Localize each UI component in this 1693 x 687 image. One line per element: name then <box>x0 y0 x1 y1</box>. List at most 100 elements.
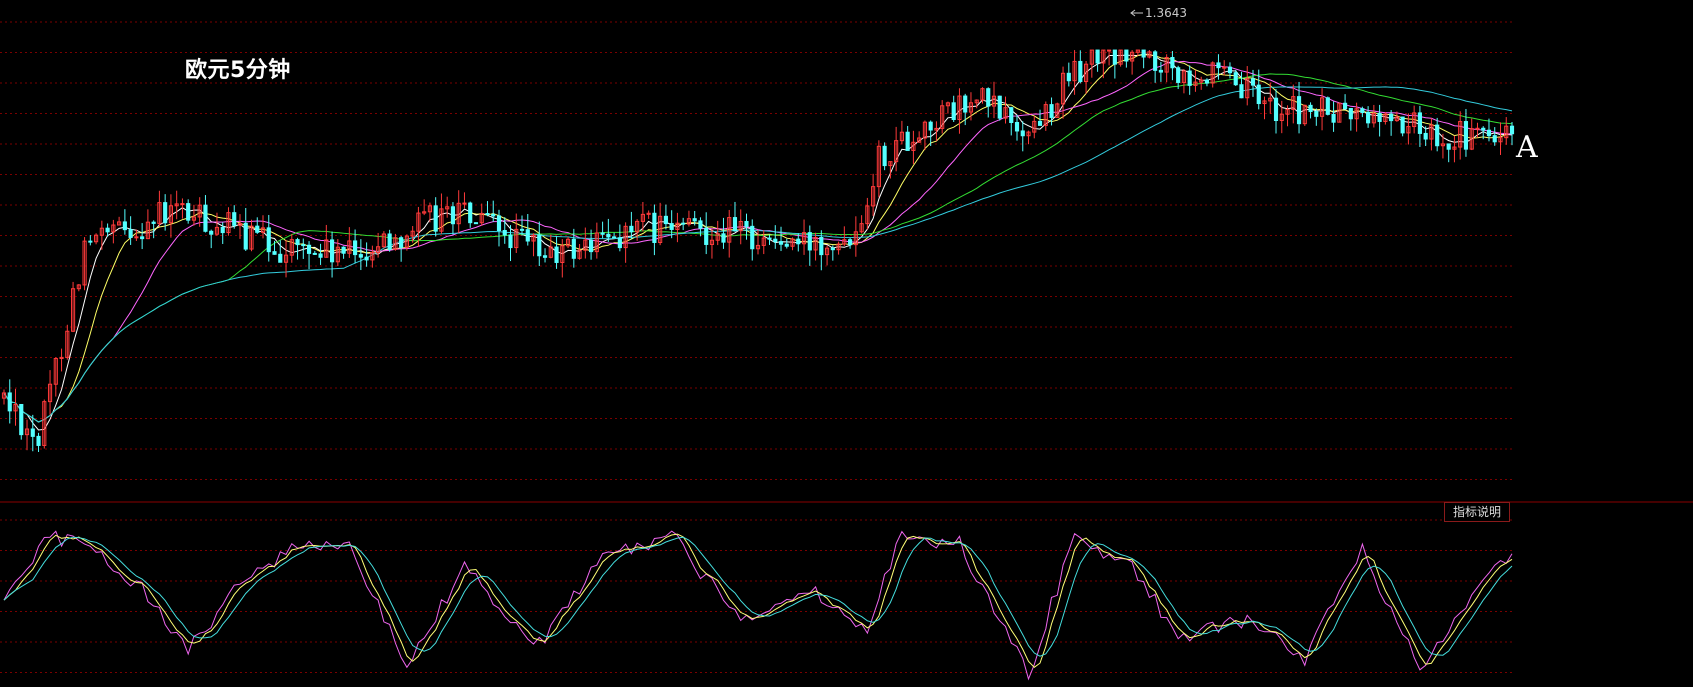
max-value-label: 1.3643 <box>1145 6 1187 20</box>
candle-body <box>1492 135 1497 143</box>
candle-body <box>36 435 41 446</box>
candle-body <box>1481 127 1486 131</box>
candle-body <box>571 238 576 259</box>
candle-body <box>1170 56 1175 69</box>
candle-body <box>951 102 956 121</box>
candle-body <box>1377 112 1382 122</box>
candle-body <box>1446 143 1451 150</box>
candle-body <box>1107 49 1112 52</box>
candle-body <box>1124 49 1129 62</box>
candle-body <box>473 222 479 225</box>
candle-body <box>986 88 991 107</box>
candle-body <box>1423 132 1428 140</box>
candle-body <box>1233 72 1238 86</box>
candle-body <box>329 239 335 263</box>
candle-body <box>1273 97 1279 122</box>
candle-body <box>105 227 110 233</box>
candle-body <box>1256 84 1261 105</box>
candle-body <box>1141 49 1146 58</box>
candle-body <box>358 254 363 258</box>
candle-body <box>1486 129 1492 137</box>
candle-body <box>542 255 548 258</box>
candle-body <box>128 229 133 238</box>
candle-body <box>364 256 369 261</box>
candle-body <box>669 223 674 230</box>
candle-body <box>1389 113 1394 122</box>
candle-body <box>1417 112 1422 134</box>
candle-body <box>140 236 145 240</box>
candle-body <box>1158 69 1163 73</box>
candle-body <box>1227 66 1233 74</box>
candle-body <box>468 202 473 224</box>
candle-body <box>698 220 703 229</box>
chart-title: 欧元5分钟 <box>185 58 291 83</box>
candle-body <box>496 215 502 232</box>
candle-body <box>180 203 185 206</box>
candle-body <box>1095 49 1100 64</box>
candle-body <box>692 218 697 222</box>
candle-body <box>508 234 513 249</box>
candle-body <box>491 213 496 217</box>
candle-body <box>1296 96 1302 125</box>
candle-body <box>88 240 93 243</box>
candle-body <box>882 145 887 167</box>
candle-body <box>1435 124 1440 147</box>
candlesticks <box>1 49 1515 452</box>
candle-body <box>663 215 668 225</box>
candle-body <box>134 236 139 239</box>
candle-body <box>485 213 490 216</box>
candle-body <box>502 230 507 236</box>
candle-body <box>997 95 1002 119</box>
candle-body <box>1463 121 1469 150</box>
candle-body <box>1216 62 1221 69</box>
candle-body <box>1360 108 1365 113</box>
candle-body <box>1331 113 1336 123</box>
candle-body <box>589 239 594 253</box>
chart-canvas <box>0 9 1693 681</box>
candle-body <box>318 253 323 258</box>
oscillator-line <box>3 530 1513 681</box>
candle-body <box>341 246 346 254</box>
candle-body <box>255 225 260 233</box>
candle-body <box>1066 72 1071 82</box>
candle-body <box>928 121 933 131</box>
candle-body <box>600 232 605 235</box>
candle-body <box>450 206 456 225</box>
candle-body <box>203 204 208 232</box>
candle-body <box>1475 127 1480 130</box>
candle-body <box>295 239 300 246</box>
candle-body <box>1078 60 1083 83</box>
candle-body <box>1325 97 1330 115</box>
candle-body <box>433 205 438 232</box>
candle-body <box>312 252 317 255</box>
side-label: A <box>1516 130 1538 165</box>
max-marker <box>1130 9 1143 17</box>
candle-body <box>537 234 542 257</box>
candle-body <box>353 240 358 256</box>
candle-body <box>1348 108 1353 120</box>
candle-body <box>1112 49 1117 65</box>
candle-body <box>1049 104 1054 118</box>
candle-body <box>1308 104 1313 113</box>
candle-body <box>1020 130 1025 137</box>
candle-body <box>750 225 755 250</box>
candle-body <box>629 225 634 233</box>
candle-body <box>519 228 525 231</box>
candle-body <box>784 243 789 247</box>
candle-body <box>1366 111 1371 124</box>
candle-body <box>830 247 835 251</box>
candle-body <box>652 212 657 243</box>
indicator-help-button[interactable]: 指标说明 <box>1444 502 1510 522</box>
candle-body <box>186 203 191 221</box>
candle-body <box>807 232 812 251</box>
candle-body <box>272 251 277 255</box>
candle-body <box>1343 102 1348 110</box>
candle-body <box>963 95 968 113</box>
candle-body <box>606 233 611 238</box>
candle-body <box>617 237 622 249</box>
candle-body <box>220 226 225 234</box>
candle-body <box>1204 79 1210 84</box>
candle-body <box>681 222 686 225</box>
candle-body <box>266 227 271 253</box>
candle-body <box>462 202 467 205</box>
